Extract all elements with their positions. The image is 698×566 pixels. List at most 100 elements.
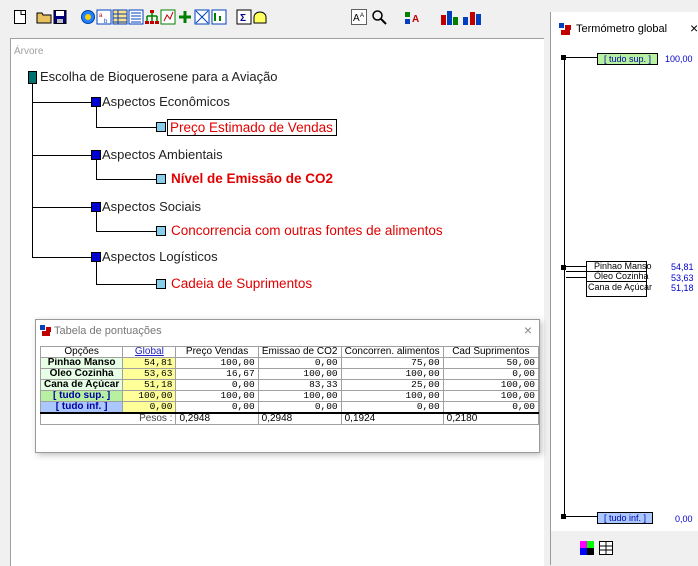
color-palette-icon[interactable] <box>580 541 594 555</box>
score-cell[interactable]: 100,00 <box>257 390 342 402</box>
aspect-node-label[interactable]: Aspectos Sociais <box>102 199 201 214</box>
score-cell[interactable]: 0,00 <box>257 401 342 414</box>
new-document-icon[interactable] <box>13 9 27 25</box>
tree-line <box>96 284 156 285</box>
weight-cell[interactable]: 0,2948 <box>257 412 342 425</box>
criterion-node-box[interactable] <box>156 174 166 184</box>
score-cell[interactable]: 100,00 <box>340 390 444 402</box>
column-header[interactable]: Concorren. alimentos <box>340 346 444 358</box>
option-cell[interactable]: Óleo Cozinha <box>39 368 124 380</box>
option-cell[interactable]: Cana de Açúcar <box>39 379 124 391</box>
calculator-icon[interactable]: Σ <box>236 9 252 25</box>
score-cell[interactable]: 83,33 <box>257 379 342 391</box>
app-icon <box>559 23 571 35</box>
lightbulb-icon[interactable] <box>252 9 268 25</box>
criterion-node-label[interactable]: Cadeia de Suprimentos <box>171 276 312 291</box>
column-header[interactable]: Opções <box>39 346 124 358</box>
thermometer-option-label[interactable]: Cana de Açúcar <box>588 282 652 292</box>
tree-line <box>32 83 33 257</box>
score-cell[interactable]: 100,00 <box>175 357 259 369</box>
score-cell[interactable]: 16,67 <box>175 368 259 380</box>
score-cell[interactable]: 25,00 <box>340 379 444 391</box>
score-cell[interactable]: 75,00 <box>340 357 444 369</box>
aspect-node-label[interactable]: Aspectos Ambientais <box>102 147 223 162</box>
criterion-node-box[interactable] <box>156 226 166 236</box>
option-cell[interactable]: [ tudo sup. ] <box>39 390 124 402</box>
close-icon[interactable]: × <box>524 322 532 338</box>
score-cell[interactable]: 0,00 <box>442 368 540 380</box>
thermometer-option-label[interactable]: Óleo Cozinha <box>594 271 649 281</box>
save-icon[interactable] <box>53 9 67 25</box>
chart-icon[interactable] <box>211 9 227 25</box>
thermometer-bottom-label[interactable]: [ tudo inf. ] <box>597 512 654 524</box>
bar-chart-icon[interactable] <box>440 9 460 25</box>
column-header[interactable]: Cad Suprimentos <box>442 346 540 358</box>
divider <box>586 281 647 282</box>
aspect-node-label[interactable]: Aspectos Econômicos <box>102 94 230 109</box>
column-header[interactable]: Preço Vendas <box>175 346 259 358</box>
score-cell[interactable]: 0,00 <box>175 379 259 391</box>
grid-icon[interactable] <box>599 541 613 555</box>
root-node-box[interactable] <box>28 71 37 84</box>
aspect-node-box[interactable] <box>91 150 101 160</box>
score-cell[interactable]: 100,00 <box>340 368 444 380</box>
score-cell[interactable]: 0,00 <box>175 401 259 414</box>
score-cell[interactable]: 100,00 <box>442 379 540 391</box>
score-cell[interactable]: 100,00 <box>442 390 540 402</box>
tree-line <box>32 102 92 103</box>
score-cell[interactable]: 50,00 <box>442 357 540 369</box>
sort-icon[interactable]: ab <box>96 9 112 25</box>
table-row: Cana de Açúcar 51,18 0,00 83,33 25,00 10… <box>39 379 540 391</box>
criterion-node-box[interactable] <box>156 122 166 132</box>
aspect-node-box[interactable] <box>91 252 101 262</box>
score-cell[interactable]: 0,00 <box>442 401 540 414</box>
global-cell: 100,00 <box>122 390 177 402</box>
thermometer-top-label[interactable]: [ tudo sup. ] <box>597 53 659 65</box>
thermometer-title: Termómetro global <box>576 23 668 35</box>
criterion-node-label[interactable]: Nível de Emissão de CO2 <box>171 171 333 186</box>
thermometer-option-label[interactable]: Pinhao Manso <box>594 261 652 271</box>
tree-structure-icon[interactable] <box>144 9 160 25</box>
weight-cell[interactable]: 0,2180 <box>442 412 540 425</box>
score-cell[interactable]: 100,00 <box>175 390 259 402</box>
criterion-node-label[interactable]: Concorrencia com outras fontes de alimen… <box>171 223 443 238</box>
table-row: Óleo Cozinha 53,63 16,67 100,00 100,00 0… <box>39 368 540 380</box>
thermometer-bottom-value: 0,00 <box>675 514 693 524</box>
data-icon[interactable] <box>160 9 176 25</box>
aspect-node-box[interactable] <box>91 97 101 107</box>
tree-line <box>32 155 92 156</box>
list-icon[interactable] <box>128 9 144 25</box>
global-cell: 54,81 <box>122 357 177 369</box>
score-cell[interactable]: 100,00 <box>257 368 342 380</box>
analyze-icon[interactable] <box>80 9 96 25</box>
add-node-icon[interactable]: A <box>404 9 424 25</box>
weight-cell[interactable]: 0,1924 <box>340 412 444 425</box>
scores-icon[interactable] <box>462 9 482 25</box>
criterion-node-box[interactable] <box>156 279 166 289</box>
table-icon[interactable] <box>112 9 128 25</box>
score-cell[interactable]: 0,00 <box>340 401 444 414</box>
add-icon[interactable] <box>178 9 192 25</box>
table-row: Pinhao Manso 54,81 100,00 0,00 75,00 50,… <box>39 357 540 369</box>
font-size-icon[interactable]: AA <box>351 9 367 25</box>
tree-line <box>32 207 92 208</box>
tree-line <box>96 159 97 179</box>
graph-icon[interactable] <box>194 9 210 25</box>
score-cell[interactable]: 0,00 <box>257 357 342 369</box>
criterion-node-label[interactable]: Preço Estimado de Vendas <box>167 119 337 136</box>
weight-cell[interactable]: 0,2948 <box>175 412 259 425</box>
global-cell: 53,63 <box>122 368 177 380</box>
column-header[interactable]: Emissao de CO2 <box>257 346 342 358</box>
scores-table-title: Tabela de pontuações <box>54 325 162 337</box>
aspect-node-box[interactable] <box>91 202 101 212</box>
close-icon[interactable]: × <box>690 20 698 36</box>
root-node-label[interactable]: Escolha de Bioquerosene para a Aviação <box>40 69 278 84</box>
marker-dot <box>561 514 566 519</box>
option-cell[interactable]: [ tudo inf. ] <box>39 401 124 414</box>
option-cell[interactable]: Pinhao Manso <box>39 357 124 369</box>
marker-line <box>566 277 586 278</box>
aspect-node-label[interactable]: Aspectos Logísticos <box>102 249 218 264</box>
search-icon[interactable] <box>371 9 387 25</box>
open-folder-icon[interactable] <box>36 9 52 25</box>
column-header[interactable]: Global <box>122 346 177 358</box>
